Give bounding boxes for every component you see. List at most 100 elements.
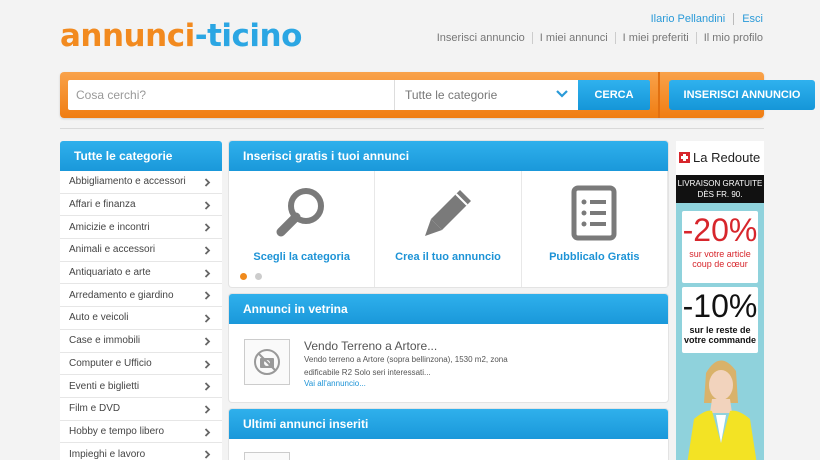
category-select[interactable]: Tutte le categorie: [394, 80, 578, 110]
sidebar-item[interactable]: Animali e accessori: [60, 239, 222, 262]
logout-link[interactable]: Esci: [742, 13, 763, 25]
sidebar-item[interactable]: Eventi e biglietti: [60, 375, 222, 398]
sidebar-item[interactable]: Affari e finanza: [60, 193, 222, 217]
sidebar-item[interactable]: Antiquariato e arte: [60, 261, 222, 285]
divider: [658, 72, 660, 118]
offer-1-percent: -20%: [682, 212, 758, 248]
sidebar-item-label: Abbigliamento e accessori: [69, 176, 186, 188]
latest-panel-title: Ultimi annunci inseriti: [229, 409, 668, 439]
sidebar-item-label: Case e immobili: [69, 335, 141, 347]
featured-panel-title: Annunci in vetrina: [229, 294, 668, 324]
chevron-right-icon: [204, 246, 211, 255]
chevron-right-icon: [204, 405, 211, 414]
shipping-text: LIVRAISON GRATUITE DÈS FR. 90.: [676, 175, 764, 203]
latest-panel: Ultimi annunci inseriti: [229, 409, 668, 460]
nav-mio-profilo[interactable]: Il mio profilo: [704, 32, 763, 44]
sidebar-item-label: Impieghi e lavoro: [69, 448, 146, 460]
sidebar-title: Tutte le categorie: [60, 141, 222, 171]
sidebar-item[interactable]: Arredamento e giardino: [60, 284, 222, 308]
category-sidebar: Tutte le categorie Abbigliamento e acces…: [60, 141, 222, 460]
sidebar-item-label: Arredamento e giardino: [69, 289, 174, 301]
divider: [531, 32, 533, 44]
search-button[interactable]: CERCA: [578, 80, 650, 110]
carousel-dot[interactable]: [255, 273, 262, 280]
sidebar-item-label: Eventi e biglietti: [69, 380, 140, 392]
document-list-icon: [571, 185, 617, 241]
offer-2-percent: -10%: [682, 288, 758, 324]
pencil-icon: [424, 190, 471, 236]
nav-inserisci-annuncio[interactable]: Inserisci annuncio: [437, 32, 525, 44]
chevron-right-icon: [204, 450, 211, 459]
steps-panel: Inserisci gratis i tuoi annunci Scegli l…: [229, 141, 668, 287]
user-name-link[interactable]: Ilario Pellandini: [651, 13, 726, 25]
sidebar-item-label: Auto e veicoli: [69, 312, 129, 324]
nav-miei-annunci[interactable]: I miei annunci: [540, 32, 608, 44]
ad-link[interactable]: Vai all'annuncio...: [304, 379, 366, 388]
insert-ad-button[interactable]: INSERISCI ANNUNCIO: [669, 80, 815, 110]
sidebar-item[interactable]: Impieghi e lavoro: [60, 443, 222, 460]
step-choose-category[interactable]: Scegli la categoria: [229, 171, 376, 287]
chevron-right-icon: [204, 337, 211, 346]
carousel-dots: [240, 273, 262, 280]
offer-1-text: sur votre article coup de cœur: [689, 249, 751, 269]
chevron-right-icon: [204, 314, 211, 323]
site-logo[interactable]: annunci-ticino: [60, 16, 302, 56]
offer-2-text: sur le reste de votre commande: [683, 325, 757, 345]
chevron-right-icon: [204, 223, 211, 233]
step-label: Crea il tuo annuncio: [395, 251, 501, 263]
chevron-right-icon: [204, 382, 211, 391]
steps-panel-title: Inserisci gratis i tuoi annunci: [229, 141, 668, 171]
sidebar-item[interactable]: Computer e Ufficio: [60, 352, 222, 376]
brand-name: La Redoute: [693, 150, 761, 165]
sidebar-item-label: Computer e Ufficio: [69, 357, 152, 369]
sidebar-item[interactable]: Film e DVD: [60, 397, 222, 421]
divider: [695, 32, 697, 44]
model-photo: [687, 360, 757, 460]
ad-thumbnail[interactable]: [244, 452, 290, 460]
carousel-dot-active[interactable]: [240, 273, 247, 280]
chevron-right-icon: [204, 359, 211, 369]
sidebar-item-label: Amicizie e incontri: [69, 221, 150, 233]
nav-miei-preferiti[interactable]: I miei preferiti: [623, 32, 689, 44]
search-input[interactable]: [68, 80, 394, 110]
sidebar-item-label: Animali e accessori: [69, 244, 156, 256]
chevron-right-icon: [204, 427, 211, 437]
chevron-right-icon: [204, 178, 211, 187]
category-select-value: Tutte le categorie: [405, 88, 498, 102]
divider: [60, 128, 764, 129]
ad-banner[interactable]: La Redoute LIVRAISON GRATUITE DÈS FR. 90…: [676, 141, 764, 460]
step-label: Pubblicalo Gratis: [549, 251, 640, 263]
chevron-down-icon: [556, 90, 568, 98]
sidebar-item-label: Film e DVD: [69, 403, 121, 415]
divider: [614, 32, 616, 44]
sidebar-item[interactable]: Abbigliamento e accessori: [60, 171, 222, 194]
featured-panel: Annunci in vetrina Vendo Terreno a Artor…: [229, 294, 668, 402]
magnifier-icon: [276, 188, 324, 237]
logo-part-1: annunci: [60, 18, 195, 54]
no-image-icon[interactable]: [244, 339, 290, 385]
camera-off-icon: [254, 349, 280, 375]
search-bar: Tutte le categorie CERCA INSERISCI ANNUN…: [60, 72, 815, 118]
brand-logo: La Redoute: [679, 150, 760, 165]
sidebar-item-label: Hobby e tempo libero: [69, 425, 165, 437]
swiss-flag-icon: [679, 152, 690, 163]
sidebar-item[interactable]: Hobby e tempo libero: [60, 420, 222, 444]
top-nav: Inserisci annuncio I miei annunci I miei…: [437, 32, 763, 44]
sidebar-item[interactable]: Auto e veicoli: [60, 307, 222, 330]
chevron-right-icon: [204, 269, 211, 278]
ad-description: Vendo terreno a Artore (sopra bellinzona…: [304, 355, 508, 377]
sidebar-item[interactable]: Amicizie e incontri: [60, 216, 222, 240]
step-create-ad[interactable]: Crea il tuo annuncio: [375, 171, 522, 287]
logo-part-2: -ticino: [194, 18, 303, 54]
step-publish[interactable]: Pubblicalo Gratis: [522, 171, 668, 287]
user-bar: Ilario Pellandini Esci: [651, 13, 763, 25]
ad-title[interactable]: Vendo Terreno a Artore...: [304, 339, 437, 353]
step-label: Scegli la categoria: [253, 251, 350, 263]
offer-card-1: -20% sur votre article coup de cœur: [682, 211, 758, 283]
offer-card-2: -10% sur le reste de votre commande: [682, 287, 758, 353]
sidebar-item-label: Antiquariato e arte: [69, 267, 151, 279]
sidebar-item-label: Affari e finanza: [69, 199, 136, 211]
chevron-right-icon: [204, 201, 211, 210]
sidebar-item[interactable]: Case e immobili: [60, 329, 222, 353]
chevron-right-icon: [204, 291, 211, 301]
